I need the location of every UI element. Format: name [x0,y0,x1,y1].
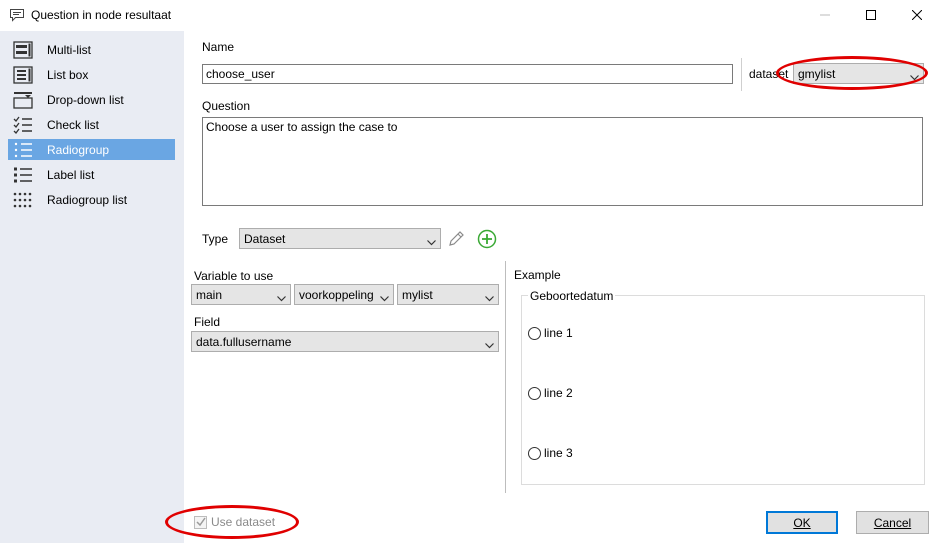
field-select[interactable]: data.fullusername [191,331,499,352]
type-select-value: Dataset [244,231,286,246]
field-select-value: data.fullusername [196,334,292,349]
example-label: Example [514,268,561,282]
sidebar-item-radiogroup-list[interactable]: Radiogroup list [8,189,175,210]
ok-button-label: OK [793,515,811,530]
name-label: Name [202,40,235,54]
cancel-button[interactable]: Cancel [856,511,929,534]
sidebar-item-label: Radiogroup list [47,192,128,207]
radio-button-icon [528,326,541,340]
radio-option-label: line 3 [544,446,573,460]
cancel-button-label: Cancel [873,515,912,530]
radio-option-label: line 2 [544,386,573,400]
example-radio-option[interactable]: line 2 [528,386,573,400]
example-radio-option[interactable]: line 1 [528,326,573,340]
chevron-down-icon [485,291,494,305]
highlight-oval-use-dataset [165,505,299,539]
close-icon [911,9,923,23]
type-select[interactable]: Dataset [239,228,441,249]
question-type-sidebar: Multi-list List box Drop-down list Check… [0,31,184,543]
label-list-icon [8,164,38,185]
close-button[interactable] [894,0,940,31]
list-box-icon [8,64,38,85]
example-radio-option[interactable]: line 3 [528,446,573,460]
variable-select-3[interactable]: mylist [397,284,499,305]
radio-button-icon [528,386,541,400]
field-label: Field [194,315,221,329]
edit-pencil-icon[interactable] [447,230,465,251]
sidebar-item-check-list[interactable]: Check list [8,114,175,135]
chevron-down-icon [485,338,494,352]
maximize-icon [866,9,876,23]
radiogroup-icon [8,139,38,160]
minimize-button[interactable] [802,0,848,31]
variable-label: Variable to use [194,269,274,283]
chevron-down-icon [427,235,436,249]
sidebar-item-radiogroup[interactable]: Radiogroup [8,139,175,160]
sidebar-item-label: Radiogroup [47,142,110,157]
radio-button-icon [528,446,541,460]
sidebar-item-multi-list[interactable]: Multi-list [8,39,175,60]
sidebar-item-label: Drop-down list [47,92,124,107]
sidebar-item-label: Multi-list [47,42,91,57]
dataset-divider [741,58,742,91]
example-groupbox [521,295,925,485]
name-input[interactable] [202,64,733,84]
dropdown-list-icon [8,89,38,110]
radiogroup-list-icon [8,189,38,210]
sidebar-item-drop-down-list[interactable]: Drop-down list [8,89,175,110]
chevron-down-icon [277,291,286,305]
multi-list-icon [8,39,38,60]
sidebar-item-label: List box [47,67,89,82]
add-icon[interactable] [477,229,497,252]
speech-bubble-icon [9,8,25,22]
radio-option-label: line 1 [544,326,573,340]
highlight-oval-dataset [776,56,928,90]
variable-select-2-value: voorkoppeling [299,287,374,302]
example-divider [505,261,506,493]
window-title: Question in node resultaat [31,8,172,22]
type-label: Type [202,232,229,246]
ok-button[interactable]: OK [766,511,838,534]
question-form: Name dataset gmylist Question Choose a u… [165,31,940,543]
title-bar: Question in node resultaat [0,0,940,31]
sidebar-item-label: Label list [47,167,95,182]
sidebar-item-label: Check list [47,117,100,132]
minimize-icon [820,9,830,23]
sidebar-item-label-list[interactable]: Label list [8,164,175,185]
sidebar-item-list-box[interactable]: List box [8,64,175,85]
variable-select-3-value: mylist [402,287,433,302]
maximize-button[interactable] [848,0,894,31]
variable-select-2[interactable]: voorkoppeling [294,284,394,305]
question-label: Question [202,99,251,113]
question-textarea[interactable]: Choose a user to assign the case to [202,117,923,206]
variable-select-1-value: main [196,287,223,302]
check-list-icon [8,114,38,135]
variable-select-1[interactable]: main [191,284,291,305]
example-group-title: Geboortedatum [528,289,616,303]
chevron-down-icon [380,291,389,305]
